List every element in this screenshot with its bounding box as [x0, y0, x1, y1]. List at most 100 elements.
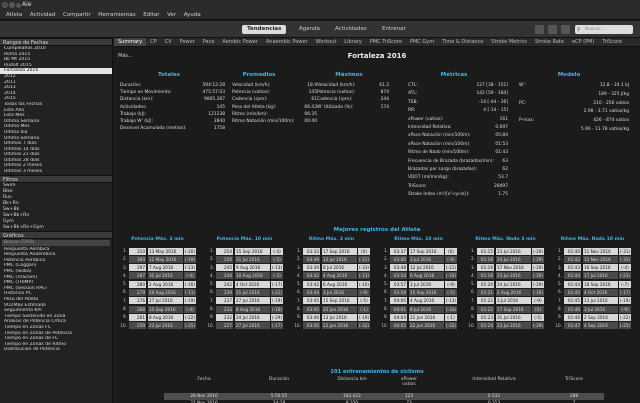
record-date-link[interactable]: 18 Sep 2016: [583, 280, 618, 288]
tab-cp[interactable]: CP: [146, 38, 161, 46]
record-date-link[interactable]: 21 Jul 2016: [235, 288, 270, 296]
layout-toggle-icon[interactable]: [561, 25, 570, 34]
tab-summary[interactable]: Summary: [114, 38, 147, 46]
record-date-link[interactable]: 15 Sep 2016: [235, 247, 270, 255]
charts-search-input[interactable]: Buscar (TRSS): [2, 239, 110, 246]
record-date-link[interactable]: 8 Jul 2016: [322, 264, 357, 272]
mode-entrenar-button[interactable]: Entrenar: [377, 25, 411, 34]
menu-compartir[interactable]: Compartir: [63, 10, 91, 20]
record-date-link[interactable]: 2 Aug 2016: [496, 288, 531, 296]
minimize-window-button[interactable]: [9, 2, 15, 8]
record-date-link[interactable]: 15 Sep 2016: [148, 305, 183, 313]
best-record-row: 7. 276 27 Jul 2016 (-19): [118, 297, 198, 305]
record-date-link[interactable]: 17 Nov 2016: [496, 264, 531, 272]
record-date-link[interactable]: 13 Jul 2016: [583, 297, 618, 305]
record-date-link[interactable]: 3 Jul 2016: [496, 297, 531, 305]
tab-library[interactable]: Library: [340, 38, 365, 46]
mode-tendencias-button[interactable]: Tendencias: [242, 25, 287, 34]
tab-power[interactable]: Power: [176, 38, 199, 46]
search-input[interactable]: ⚲ Buscar...: [575, 25, 633, 34]
record-date-link[interactable]: 10 Aug 2016: [235, 272, 270, 280]
record-date-link[interactable]: 22 Jun 2016: [322, 305, 357, 313]
menu-editar[interactable]: Editar: [143, 10, 159, 20]
record-date-link[interactable]: 4 Oct 2016: [235, 280, 270, 288]
tab-time-distance[interactable]: Time & Distance: [438, 38, 487, 46]
record-date-link[interactable]: 17 Sep 2016: [409, 247, 444, 255]
tab-ecp-pm[interactable]: eCP (PM): [568, 38, 598, 46]
record-date-link[interactable]: 27 Jul 2016: [148, 297, 183, 305]
tab-anaerobic-power[interactable]: Anaerobic Power: [262, 38, 312, 46]
record-date-link[interactable]: 23 Jul 2016: [496, 247, 531, 255]
record-date-link[interactable]: 12 May 2016: [148, 255, 183, 263]
menu-atleta[interactable]: Atleta: [6, 10, 22, 20]
record-date-link[interactable]: 12 Jul 2016: [409, 264, 444, 272]
record-date-link[interactable]: 17 Jul 2016: [583, 272, 618, 280]
tab-stroke-rate[interactable]: Stroke Rate: [531, 38, 568, 46]
record-date-link[interactable]: 22 Jun 2016: [409, 322, 444, 330]
record-date-link[interactable]: 20 Aug 2016: [148, 288, 183, 296]
record-date-link[interactable]: 2 Sep 2016: [583, 313, 618, 321]
menu-actividad[interactable]: Actividad: [30, 10, 56, 20]
record-date-link[interactable]: 15 Sep 2016: [409, 288, 444, 296]
record-date-link[interactable]: 8 Aug 2016: [148, 313, 183, 321]
record-date-link[interactable]: 24 Jul 2016: [496, 280, 531, 288]
tab-pace[interactable]: Pace: [199, 38, 219, 46]
record-date-link[interactable]: 24 Jul 2016: [235, 313, 270, 321]
close-window-button[interactable]: ×: [2, 2, 8, 8]
tab-triscore[interactable]: TriScore: [598, 38, 626, 46]
menu-herramientas[interactable]: Herramientas: [98, 10, 135, 20]
record-date-link[interactable]: 23 Jul 2016: [496, 322, 531, 330]
sidebar-toggle-icon[interactable]: [535, 25, 544, 34]
record-date-link[interactable]: 6 Aug 2016: [409, 272, 444, 280]
record-date-link[interactable]: 23 Jul 2016: [496, 272, 531, 280]
record-date-link[interactable]: 31 Jul 2016: [496, 313, 531, 321]
record-date-link[interactable]: 31 Jul 2016: [148, 272, 183, 280]
record-date-link[interactable]: 2 Aug 2016: [148, 280, 183, 288]
record-date-link[interactable]: 31 Jul 2016: [235, 255, 270, 263]
mode-actividades-button[interactable]: Actividades: [330, 25, 372, 34]
bottom-panel-toggle-icon[interactable]: [548, 25, 557, 34]
record-date-link[interactable]: 15 Sep 2016: [322, 297, 357, 305]
record-date-link[interactable]: 22 Jun 2016: [322, 322, 357, 330]
tab-pmc-triscore[interactable]: PMC TriScore: [366, 38, 406, 46]
record-date-link[interactable]: 7 Aug 2016: [148, 264, 183, 272]
tab-workout[interactable]: Workout: [312, 38, 341, 46]
tab-pmc-gym[interactable]: PMC Gym: [406, 38, 438, 46]
record-date-link[interactable]: 22 Jun 2016: [409, 313, 444, 321]
record-date-link[interactable]: 4 Aug 2016: [409, 297, 444, 305]
record-date-link[interactable]: 3 Jul 2016: [409, 280, 444, 288]
record-date-link[interactable]: 8 Aug 2016: [235, 305, 270, 313]
record-date-link[interactable]: 3 Jul 2016: [583, 305, 618, 313]
menu-ayuda[interactable]: Ayuda: [184, 10, 201, 20]
record-date-link[interactable]: 16 Sep 2016: [583, 264, 618, 272]
tab-aerobic-power[interactable]: Aerobic Power: [218, 38, 261, 46]
record-date-link[interactable]: 27 Jul 2016: [235, 322, 270, 330]
record-date-link[interactable]: 8 Jul 2016: [409, 305, 444, 313]
chart-item[interactable]: Distribución de Potencia: [0, 347, 112, 353]
record-date-link[interactable]: 17 Sep 2016: [496, 305, 531, 313]
table-row[interactable]: 28 Nov 2016 5:56:55 182.422 123 0.532 288: [164, 393, 604, 400]
record-date-link[interactable]: 17 Sep 2016: [322, 247, 357, 255]
record-date-link[interactable]: 12 Jul 2016: [322, 255, 357, 263]
record-date-link[interactable]: 3 Jul 2016: [409, 255, 444, 263]
record-date-link[interactable]: 6 Aug 2016: [322, 280, 357, 288]
date-range-list: Cumpleaños 2010 Roma 2015 Bk Mt 2015 Rud…: [0, 46, 112, 175]
record-date-link[interactable]: 4 Oct 2016: [583, 288, 618, 296]
record-date-link[interactable]: 12 Nov 2016: [583, 255, 618, 263]
maximize-window-button[interactable]: [16, 2, 21, 8]
record-date-link[interactable]: 3 Jul 2016: [322, 288, 357, 296]
record-date-link[interactable]: 4 Sep 2016: [583, 322, 618, 330]
record-date-link[interactable]: 4 Aug 2016: [322, 272, 357, 280]
record-date-link[interactable]: 13 Jul 2016: [322, 313, 357, 321]
menu-ver[interactable]: Ver: [167, 10, 176, 20]
record-date-link[interactable]: 23 Jul 2016: [148, 322, 183, 330]
record-date-link[interactable]: 24 Jul 2016: [496, 255, 531, 263]
record-date-link[interactable]: 27 Jul 2016: [235, 297, 270, 305]
tab-cv[interactable]: CV: [161, 38, 176, 46]
tab-stroke-metrics[interactable]: Stroke Metrics: [487, 38, 531, 46]
mode-agenda-button[interactable]: Agenda: [294, 25, 325, 34]
record-date-link[interactable]: 11 Nov 2016: [583, 247, 618, 255]
record-date-link[interactable]: 9 Aug 2016: [235, 264, 270, 272]
activity-date-link[interactable]: 28 Nov 2016: [184, 393, 224, 400]
record-date-link[interactable]: 13 May 2016: [148, 247, 183, 255]
